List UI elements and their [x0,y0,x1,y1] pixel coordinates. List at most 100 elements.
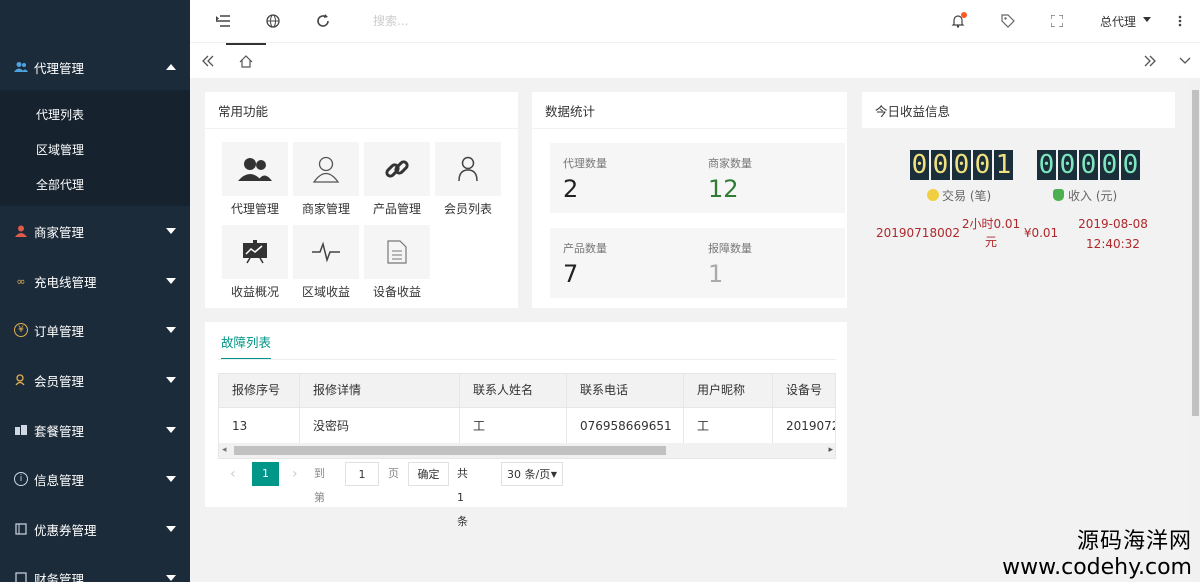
tabs-scroll-right-icon[interactable] [1140,51,1160,71]
tab-home[interactable] [226,43,266,77]
pulse-icon [293,225,359,279]
quick-product-management[interactable]: 产品管理 [362,142,432,220]
revenue-package-line: 2小时0.01 [961,217,1021,231]
column-header[interactable]: 设备号 [773,374,835,407]
column-header[interactable]: 报修序号 [219,374,300,407]
page-size-select[interactable]: 30 条/页 ▼ [501,462,563,486]
column-header[interactable]: 用户昵称 [684,374,773,407]
quick-device-revenue[interactable]: 设备收益 [362,225,432,303]
page-vertical-scrollbar[interactable] [1190,78,1200,582]
horizontal-scrollbar[interactable]: ◂ ▸ [219,443,835,458]
divider [218,359,836,360]
goto-confirm-button[interactable]: 确定 [408,462,449,486]
member-icon [14,373,28,387]
sidebar-item-coupon-management[interactable]: 优惠券管理 [0,514,190,544]
quick-label: 设备收益 [372,285,421,299]
sidebar-subitem-region-management[interactable]: 区域管理 [0,135,190,163]
column-header[interactable]: 联系人姓名 [460,374,567,407]
sidebar-item-label: 信息管理 [34,472,85,488]
sidebar-subitem-agent-list[interactable]: 代理列表 [0,100,190,128]
quick-revenue-overview[interactable]: 收益概况 [220,225,290,303]
trade-label-text: 交易 (笔) [942,189,992,203]
menu-toggle-icon[interactable] [213,11,233,31]
fullscreen-icon[interactable] [1047,11,1067,31]
tabs-dropdown-icon[interactable] [1175,51,1195,71]
stat-label: 代理数量 [563,157,607,170]
refresh-icon[interactable] [313,11,333,31]
sidebar-subitem-all-agents[interactable]: 全部代理 [0,170,190,198]
sidebar-item-member-management[interactable]: 会员管理 [0,365,190,395]
globe-icon[interactable] [263,11,283,31]
sidebar-item-label: 套餐管理 [34,423,85,439]
revenue-datetime: 2019-08-08 12:40:32 [1073,214,1153,254]
stat-value: 1 [708,260,724,288]
fault-table: 报修序号 报修详情 联系人姓名 联系电话 用户昵称 设备号 13 没密码 工 0… [218,373,836,459]
coin-icon [927,189,939,201]
income-label: 收入 (元) [1053,187,1117,204]
table-header: 报修序号 报修详情 联系人姓名 联系电话 用户昵称 设备号 [219,374,835,407]
stat-merchant-count[interactable]: 商家数量 12 [695,143,845,213]
income-counter: 0 0 0 0 0 [1037,150,1140,180]
more-vertical-icon[interactable] [1170,11,1190,31]
scrollbar-thumb[interactable] [1192,90,1199,416]
sidebar-item-cable-management[interactable]: ∞ 充电线管理 [0,266,190,296]
scrollbar-thumb[interactable] [234,446,666,455]
tab-fault-list[interactable]: 故障列表 [221,332,272,360]
sidebar-item-merchant-management[interactable]: 商家管理 [0,216,190,246]
prev-page-icon[interactable]: ‹ [230,462,236,486]
coupon-icon [14,522,28,536]
search-input[interactable]: 搜索... [373,12,408,29]
column-header[interactable]: 联系电话 [567,374,684,407]
sidebar-item-info-management[interactable]: i 信息管理 [0,464,190,494]
info-icon: i [14,472,28,486]
users-icon [222,142,288,196]
table-cell: 工 [684,408,773,444]
table-cell: 2019072 [786,419,836,433]
page-number-current[interactable]: 1 [252,462,279,486]
counter-digit: 0 [1058,150,1077,180]
yen-icon: ¥ [14,323,28,337]
counter-digit: 0 [1079,150,1098,180]
page-size-value: 30 条/页 [507,468,551,481]
stat-label: 产品数量 [563,242,607,255]
tabs-scroll-left-icon[interactable] [198,51,218,71]
goto-page-input[interactable]: 1 [345,462,379,486]
tag-icon[interactable] [998,11,1018,31]
sidebar-item-order-management[interactable]: ¥ 订单管理 [0,315,190,345]
stat-product-count[interactable]: 产品数量 7 [550,228,700,298]
quick-member-list[interactable]: 会员列表 [433,142,503,220]
sidebar-item-finance-management[interactable]: 财务管理 [0,563,190,582]
revenue-package-line: 元 [984,235,997,249]
caret-down-icon [166,278,176,284]
quick-region-revenue[interactable]: 区域收益 [291,225,361,303]
page-unit-label: 页 [388,467,399,480]
stats-card: 数据统计 代理数量 2 商家数量 12 产品数量 7 报障数量 1 [532,92,847,308]
total-count: 共 1 条 [457,467,468,528]
column-header[interactable]: 报修详情 [300,374,460,407]
counter-digit: 0 [1100,150,1119,180]
notification-bell-icon[interactable] [948,11,968,31]
sidebar-item-label: 会员管理 [34,373,85,389]
chevron-down-icon: ▼ [550,470,557,479]
scroll-left-arrow-icon[interactable]: ◂ [222,445,227,455]
quick-merchant-management[interactable]: 商家管理 [291,142,361,220]
table-row[interactable]: 13 没密码 工 076958669651 工 2019072 [219,407,836,444]
scroll-right-arrow-icon[interactable]: ▸ [828,445,833,455]
caret-down-icon [166,427,176,433]
sidebar-item-agent-management[interactable]: 代理管理 [0,52,190,82]
quick-agent-management[interactable]: 代理管理 [220,142,290,220]
stat-value: 2 [563,175,579,203]
stat-agent-count[interactable]: 代理数量 2 [550,143,700,213]
site-watermark: 源码海洋网 www.codehy.com [1002,523,1192,580]
quick-functions-card: 常用功能 代理管理 商家管理 产品管理 会员列表 收益概况 区域收益 设备收益 [205,92,518,308]
fault-list-card: 故障列表 报修序号 报修详情 联系人姓名 联系电话 用户昵称 设备号 13 没密… [205,322,847,528]
user-menu[interactable]: 总代理 [1100,13,1136,30]
caret-up-icon [166,64,176,70]
next-page-icon[interactable]: › [292,462,298,486]
sidebar-item-package-management[interactable]: 套餐管理 [0,415,190,445]
stat-fault-count[interactable]: 报障数量 1 [695,228,845,298]
document-icon [364,225,430,279]
revenue-time: 12:40:32 [1086,237,1140,251]
sidebar-item-label: 商家管理 [34,224,85,240]
chevron-down-icon[interactable] [1143,17,1151,22]
